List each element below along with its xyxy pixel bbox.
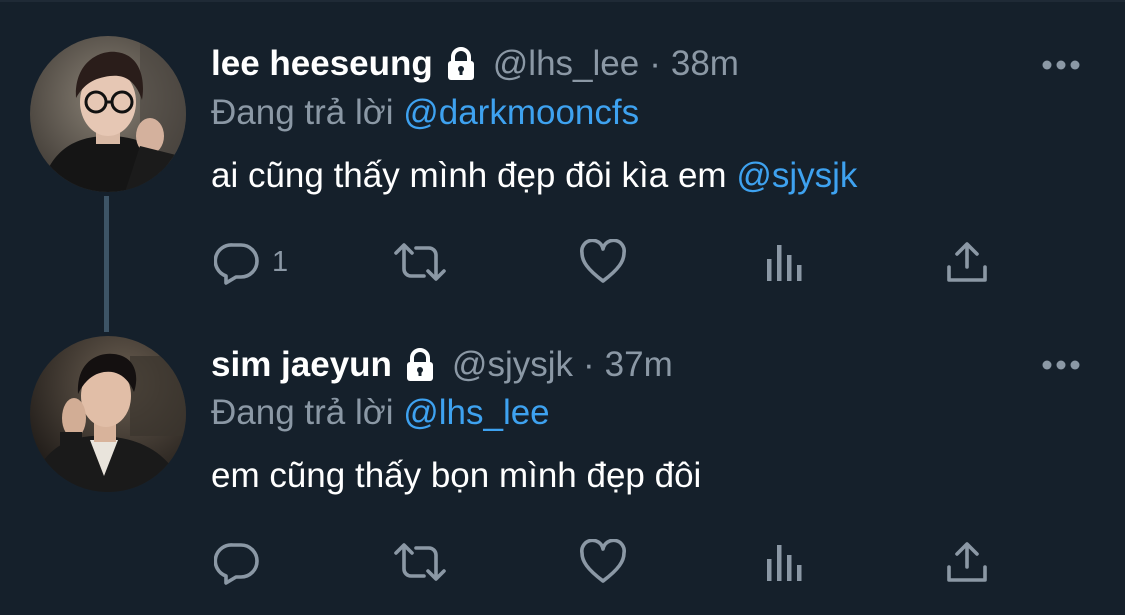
like-icon — [580, 239, 626, 283]
reply-button[interactable]: 1 — [214, 238, 288, 286]
tweet-header: lee heeseung @lhs_lee · 38m — [211, 44, 739, 84]
more-icon[interactable] — [1042, 58, 1080, 70]
replying-to-line: Đang trả lời @darkmooncfs — [211, 93, 639, 133]
reply-count: 1 — [272, 245, 289, 278]
share-icon — [947, 242, 987, 282]
more-icon[interactable] — [1042, 358, 1080, 370]
views-icon — [767, 545, 802, 581]
tweet[interactable]: sim jaeyun @sjysjk · 37m Đang trả lời @l… — [0, 320, 1125, 615]
replying-prefix: Đang trả lời — [211, 393, 394, 432]
timestamp[interactable]: 38m — [671, 44, 739, 84]
tweet-thread: lee heeseung @lhs_lee · 38m Đang trả lời… — [0, 0, 1125, 615]
user-handle[interactable]: @lhs_lee — [493, 44, 639, 84]
like-button[interactable] — [579, 238, 627, 286]
display-name[interactable]: lee heeseung — [211, 44, 433, 84]
timestamp[interactable]: 37m — [605, 345, 673, 385]
lock-icon — [402, 347, 438, 383]
lock-icon — [443, 46, 479, 82]
replying-to-mention[interactable]: @darkmooncfs — [403, 93, 639, 132]
tweet-actions — [0, 538, 1125, 586]
user-handle[interactable]: @sjysjk — [452, 345, 573, 385]
separator-dot: · — [649, 44, 661, 83]
tweet[interactable]: lee heeseung @lhs_lee · 38m Đang trả lời… — [0, 0, 1125, 320]
reply-icon — [214, 543, 259, 585]
tweet-text-mention[interactable]: @sjysjk — [736, 156, 857, 195]
tweet-text-content: ai cũng thấy mình đẹp đôi kìa em — [211, 156, 727, 195]
separator-dot: · — [583, 345, 595, 384]
avatar-image-lee-heeseung — [30, 36, 186, 192]
tweet-text: ai cũng thấy mình đẹp đôi kìa em @sjysjk — [211, 156, 857, 196]
share-icon — [947, 542, 987, 582]
replying-prefix: Đang trả lời — [211, 93, 394, 132]
views-button[interactable] — [764, 538, 806, 586]
share-button[interactable] — [944, 538, 990, 586]
tweet-text: em cũng thấy bọn mình đẹp đôi — [211, 456, 701, 496]
retweet-button[interactable] — [392, 238, 448, 286]
retweet-icon — [394, 243, 446, 281]
avatar[interactable] — [30, 336, 186, 492]
retweet-button[interactable] — [392, 538, 448, 586]
views-icon — [767, 245, 802, 281]
like-button[interactable] — [579, 538, 627, 586]
tweet-text-content: em cũng thấy bọn mình đẹp đôi — [211, 456, 702, 495]
share-button[interactable] — [944, 238, 990, 286]
reply-icon — [214, 243, 259, 285]
views-button[interactable] — [764, 238, 806, 286]
avatar-image-sim-jaeyun — [30, 336, 186, 492]
tweet-actions: 1 — [0, 238, 1125, 286]
display-name[interactable]: sim jaeyun — [211, 345, 392, 385]
replying-to-mention[interactable]: @lhs_lee — [403, 393, 549, 432]
like-icon — [580, 539, 626, 583]
replying-to-line: Đang trả lời @lhs_lee — [211, 393, 550, 433]
retweet-icon — [394, 543, 446, 581]
tweet-header: sim jaeyun @sjysjk · 37m — [211, 345, 673, 385]
reply-button[interactable] — [214, 538, 260, 586]
avatar[interactable] — [30, 36, 186, 192]
